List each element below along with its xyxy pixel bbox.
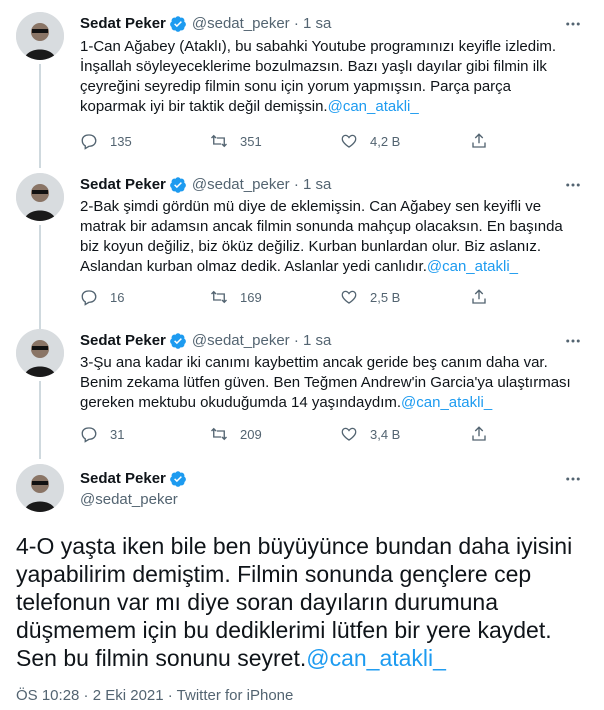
- tweet-time[interactable]: 1 sa: [303, 331, 331, 351]
- tweet-time[interactable]: 1 sa: [303, 175, 331, 195]
- author-handle[interactable]: @sedat_peker: [80, 490, 178, 510]
- author-handle[interactable]: @sedat_peker: [192, 14, 290, 34]
- thread-connector: [39, 225, 41, 329]
- separator-dot: ·: [289, 176, 304, 193]
- retweet-count: 209: [240, 426, 262, 442]
- retweet-button[interactable]: 169: [210, 288, 340, 306]
- heart-icon: [341, 427, 357, 441]
- tweet-header: Sedat Peker @sedat_peker · 1 sa: [80, 331, 331, 351]
- tweet-header: Sedat Peker @sedat_peker · 1 sa: [80, 14, 331, 34]
- tweet-actions: 16 169 2,5 B: [80, 287, 560, 307]
- author-name[interactable]: Sedat Peker: [80, 175, 166, 195]
- share-icon: [472, 426, 486, 441]
- tweet-body: 4-O yaşta iken bile ben büyüyünce bundan…: [16, 533, 573, 671]
- mention-link[interactable]: @can_atakli_: [306, 645, 446, 671]
- tweet-body: 1-Can Ağabey (Ataklı), bu sabahki Youtub…: [80, 38, 557, 115]
- author-handle[interactable]: @sedat_peker: [192, 175, 290, 195]
- mention-link[interactable]: @can_atakli_: [401, 394, 492, 411]
- separator-dot: ·: [289, 15, 304, 32]
- reply-count: 135: [110, 133, 132, 149]
- tweet-text: 3-Şu ana kadar iki canımı kaybettim anca…: [80, 353, 580, 413]
- share-button[interactable]: [470, 425, 510, 443]
- tweet-text: 2-Bak şimdi gördün mü diye de eklemişsin…: [80, 197, 580, 277]
- author-handle-row: @sedat_peker: [80, 490, 178, 510]
- tweet-header: Sedat Peker: [80, 469, 192, 489]
- reply-count: 31: [110, 426, 125, 442]
- reply-icon: [81, 134, 97, 150]
- like-button[interactable]: 2,5 B: [340, 288, 470, 306]
- avatar[interactable]: [16, 173, 64, 221]
- retweet-count: 169: [240, 289, 262, 305]
- like-count: 3,4 B: [370, 426, 401, 442]
- mention-link[interactable]: @can_atakli_: [328, 98, 419, 115]
- verified-badge-icon: [170, 177, 186, 193]
- tweet-actions: 31 209 3,4 B: [80, 424, 560, 444]
- avatar[interactable]: [16, 464, 64, 512]
- thread-connector: [39, 381, 41, 459]
- thread-connector: [39, 64, 41, 168]
- like-button[interactable]: 3,4 B: [340, 425, 470, 443]
- reply-icon: [81, 427, 97, 443]
- tweet-time[interactable]: 1 sa: [303, 14, 331, 34]
- share-button[interactable]: [470, 132, 510, 150]
- main-tweet-text: 4-O yaşta iken bile ben büyüyünce bundan…: [16, 532, 591, 672]
- avatar[interactable]: [16, 12, 64, 60]
- like-button[interactable]: 4,2 B: [340, 132, 470, 150]
- like-count: 4,2 B: [370, 133, 401, 149]
- share-icon: [472, 133, 486, 148]
- more-options-icon[interactable]: [562, 175, 584, 195]
- tweet-body: 3-Şu ana kadar iki canımı kaybettim anca…: [80, 354, 571, 411]
- reply-button[interactable]: 31: [80, 425, 210, 443]
- author-name[interactable]: Sedat Peker: [80, 469, 166, 489]
- verified-badge-icon: [170, 333, 186, 349]
- retweet-count: 351: [240, 133, 262, 149]
- tweet-text: 1-Can Ağabey (Ataklı), bu sabahki Youtub…: [80, 37, 580, 117]
- heart-icon: [341, 134, 357, 148]
- author-name[interactable]: Sedat Peker: [80, 14, 166, 34]
- reply-count: 16: [110, 289, 125, 305]
- tweet-actions: 135 351 4,2 B: [80, 131, 560, 151]
- tweet-timestamp[interactable]: ÖS 10:28 · 2 Eki 2021 · Twitter for iPho…: [16, 686, 293, 706]
- more-options-icon[interactable]: [562, 469, 584, 489]
- verified-badge-icon: [170, 471, 186, 487]
- more-options-icon[interactable]: [562, 14, 584, 34]
- retweet-icon: [211, 134, 227, 148]
- reply-icon: [81, 290, 97, 306]
- like-count: 2,5 B: [370, 289, 401, 305]
- retweet-icon: [211, 290, 227, 304]
- reply-button[interactable]: 135: [80, 132, 210, 150]
- share-button[interactable]: [470, 288, 510, 306]
- separator-dot: ·: [289, 332, 304, 349]
- reply-button[interactable]: 16: [80, 288, 210, 306]
- verified-badge-icon: [170, 16, 186, 32]
- mention-link[interactable]: @can_atakli_: [427, 258, 518, 275]
- share-icon: [472, 289, 486, 304]
- tweet-header: Sedat Peker @sedat_peker · 1 sa: [80, 175, 331, 195]
- retweet-button[interactable]: 209: [210, 425, 340, 443]
- author-handle[interactable]: @sedat_peker: [192, 331, 290, 351]
- avatar[interactable]: [16, 329, 64, 377]
- retweet-button[interactable]: 351: [210, 132, 340, 150]
- retweet-icon: [211, 427, 227, 441]
- author-name[interactable]: Sedat Peker: [80, 331, 166, 351]
- more-options-icon[interactable]: [562, 331, 584, 351]
- heart-icon: [341, 290, 357, 304]
